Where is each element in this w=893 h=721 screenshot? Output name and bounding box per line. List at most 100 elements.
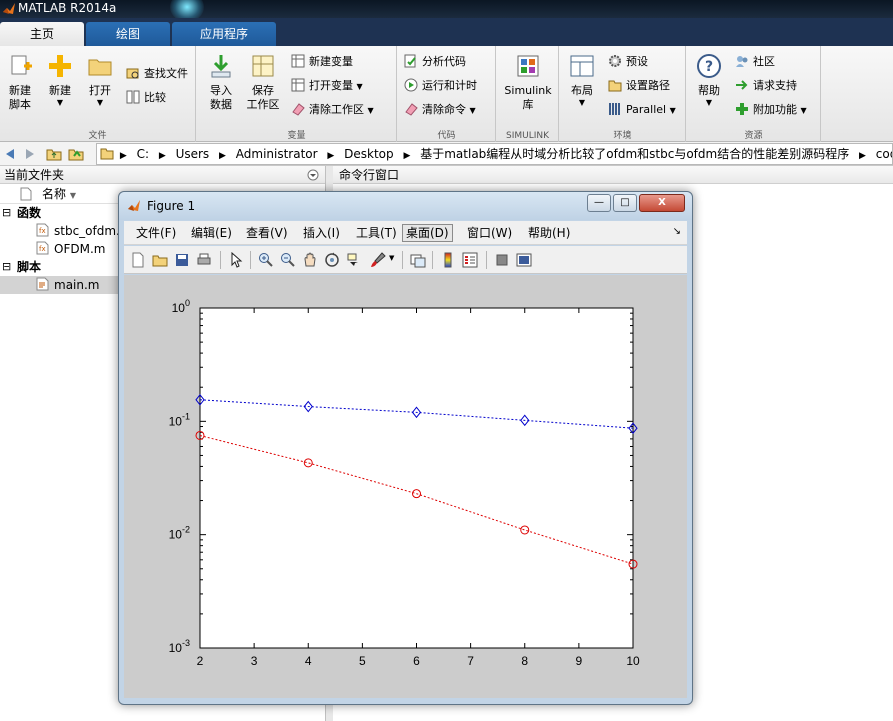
addons-button[interactable]: 附加功能 ▼ xyxy=(735,100,807,120)
browse-folder-icon[interactable] xyxy=(68,146,84,162)
new-variable-label: 新建变量 xyxy=(309,55,353,68)
menu-desktop[interactable]: 桌面(D) xyxy=(402,224,453,242)
pan-hand-icon[interactable] xyxy=(302,252,318,268)
breadcrumb-users[interactable]: Users xyxy=(172,144,214,164)
forward-icon[interactable] xyxy=(22,146,38,162)
new-variable-icon xyxy=(291,54,305,68)
find-files-button[interactable]: 查找文件 xyxy=(126,64,188,84)
breadcrumb-code[interactable]: code xyxy=(872,144,892,164)
open-variable-button[interactable]: 打开变量 ▼ xyxy=(291,76,363,96)
tab-plots[interactable]: 绘图 xyxy=(86,22,170,46)
breadcrumb-separator-icon: ▶ xyxy=(327,151,335,161)
preferences-button[interactable]: 预设 xyxy=(608,52,648,72)
menu-insert[interactable]: 插入(I) xyxy=(300,224,343,242)
maximize-button[interactable]: □ xyxy=(613,194,637,212)
group-label-environment: 环境 xyxy=(613,131,632,141)
set-path-button[interactable]: 设置路径 xyxy=(608,76,670,96)
legend-icon[interactable] xyxy=(462,252,478,268)
eraser-icon xyxy=(292,103,305,116)
figure-toolbar: ▼ xyxy=(124,246,687,274)
link-plot-icon[interactable] xyxy=(410,252,426,268)
breadcrumb-desktop[interactable]: Desktop xyxy=(340,144,398,164)
panel-actions-icon[interactable] xyxy=(307,169,319,181)
show-plot-tools-icon[interactable] xyxy=(516,252,532,268)
find-files-icon xyxy=(126,68,139,79)
compare-button[interactable]: 比较 xyxy=(126,88,166,108)
breadcrumb-project-folder[interactable]: 基于matlab编程从时域分析比较了ofdm和stbc与ofdm结合的性能差别源… xyxy=(416,144,853,164)
open-label: 打开 xyxy=(89,84,111,97)
breadcrumb-administrator[interactable]: Administrator xyxy=(232,144,322,164)
ribbon-group-code: 分析代码 运行和计时 清除命令 ▼ 代码 xyxy=(398,46,496,142)
eraser-icon xyxy=(405,103,418,116)
figure-menu-bar: 文件(F) 编辑(E) 查看(V) 插入(I) 工具(T) 桌面(D) 窗口(W… xyxy=(124,221,687,245)
file-name: OFDM.m xyxy=(54,242,106,256)
new-variable-button[interactable]: 新建变量 xyxy=(291,52,353,72)
m-file-icon: fx xyxy=(36,223,49,237)
x-tick-label: 8 xyxy=(521,654,528,668)
collapse-icon[interactable]: ⊟ xyxy=(2,258,11,276)
new-plus-icon xyxy=(49,55,71,77)
brush-icon[interactable] xyxy=(370,252,386,268)
layout-button[interactable]: 布局 ▼ xyxy=(562,52,602,108)
parallel-button[interactable]: Parallel ▼ xyxy=(608,100,676,120)
menu-tools[interactable]: 工具(T) xyxy=(353,224,400,242)
group-label-simulink: SIMULINK xyxy=(505,131,550,141)
collapse-icon[interactable]: ⊟ xyxy=(2,204,11,222)
figure-canvas[interactable]: 2 3 4 5 6 7 8 9 10 10-3 10-2 10-1 100 xyxy=(124,275,687,698)
run-and-time-icon xyxy=(404,78,418,92)
compare-icon xyxy=(126,90,140,104)
import-data-label: 导入 数据 xyxy=(210,84,232,111)
menu-edit[interactable]: 编辑(E) xyxy=(188,224,235,242)
new-figure-icon[interactable] xyxy=(130,252,146,268)
tab-apps[interactable]: 应用程序 xyxy=(172,22,276,46)
y-tick-label: 10-1 xyxy=(169,411,190,428)
rotate-3d-icon[interactable] xyxy=(324,252,340,268)
print-icon[interactable] xyxy=(196,252,212,268)
ber-plot[interactable]: 2 3 4 5 6 7 8 9 10 10-3 10-2 10-1 100 xyxy=(124,275,687,698)
up-folder-icon[interactable] xyxy=(46,146,62,162)
new-button[interactable]: 新建 ▼ xyxy=(40,52,80,108)
save-icon[interactable] xyxy=(174,252,190,268)
simulink-library-button[interactable]: Simulink 库 xyxy=(499,52,557,112)
chevron-down-icon: ▼ xyxy=(56,98,64,107)
close-button[interactable]: X xyxy=(639,194,685,212)
clear-commands-button[interactable]: 清除命令 ▼ xyxy=(404,100,476,120)
menu-view[interactable]: 查看(V) xyxy=(243,224,291,242)
pointer-icon[interactable] xyxy=(228,252,244,268)
run-and-time-button[interactable]: 运行和计时 xyxy=(404,76,477,96)
data-cursor-icon[interactable] xyxy=(346,252,362,268)
clear-workspace-button[interactable]: 清除工作区 ▼ xyxy=(291,100,374,120)
open-file-icon[interactable] xyxy=(152,252,168,268)
menu-file[interactable]: 文件(F) xyxy=(133,224,179,242)
help-button[interactable]: ? 帮助 ▼ xyxy=(689,52,729,108)
menu-help[interactable]: 帮助(H) xyxy=(525,224,573,242)
menu-overflow-icon[interactable]: ↘ xyxy=(673,226,681,237)
hide-plot-tools-icon[interactable] xyxy=(494,252,510,268)
breadcrumb-c[interactable]: C: xyxy=(133,144,153,164)
open-button[interactable]: 打开 ▼ xyxy=(80,52,120,108)
community-button[interactable]: 社区 xyxy=(735,52,775,72)
minimize-button[interactable]: — xyxy=(587,194,611,212)
import-data-button[interactable]: 导入 数据 xyxy=(201,52,241,112)
colorbar-icon[interactable] xyxy=(440,252,456,268)
analyze-code-button[interactable]: 分析代码 xyxy=(404,52,466,72)
analyze-code-label: 分析代码 xyxy=(422,55,466,68)
ribbon-group-simulink: Simulink 库 SIMULINK xyxy=(497,46,559,142)
menu-window[interactable]: 窗口(W) xyxy=(464,224,515,242)
zoom-out-icon[interactable] xyxy=(280,252,296,268)
x-tick-label: 5 xyxy=(359,654,366,668)
chevron-down-icon: ▼ xyxy=(356,82,363,91)
brush-dropdown-icon[interactable]: ▼ xyxy=(389,254,394,262)
figure-title-bar[interactable]: Figure 1 — □ X xyxy=(119,192,692,220)
command-window-header: 命令行窗口 xyxy=(333,166,893,184)
request-support-button[interactable]: 请求支持 xyxy=(735,76,797,96)
gear-icon xyxy=(609,55,621,67)
current-path-field[interactable]: ▶ C: ▶ Users ▶ Administrator ▶ Desktop ▶… xyxy=(96,143,893,165)
chevron-down-icon: ▼ xyxy=(705,98,713,107)
zoom-in-icon[interactable] xyxy=(258,252,274,268)
new-script-button[interactable]: 新建 脚本 xyxy=(0,52,40,112)
save-workspace-button[interactable]: 保存 工作区 xyxy=(243,52,283,112)
tab-home[interactable]: 主页 xyxy=(0,22,84,46)
folder-icon xyxy=(608,80,622,92)
back-icon[interactable] xyxy=(2,146,18,162)
